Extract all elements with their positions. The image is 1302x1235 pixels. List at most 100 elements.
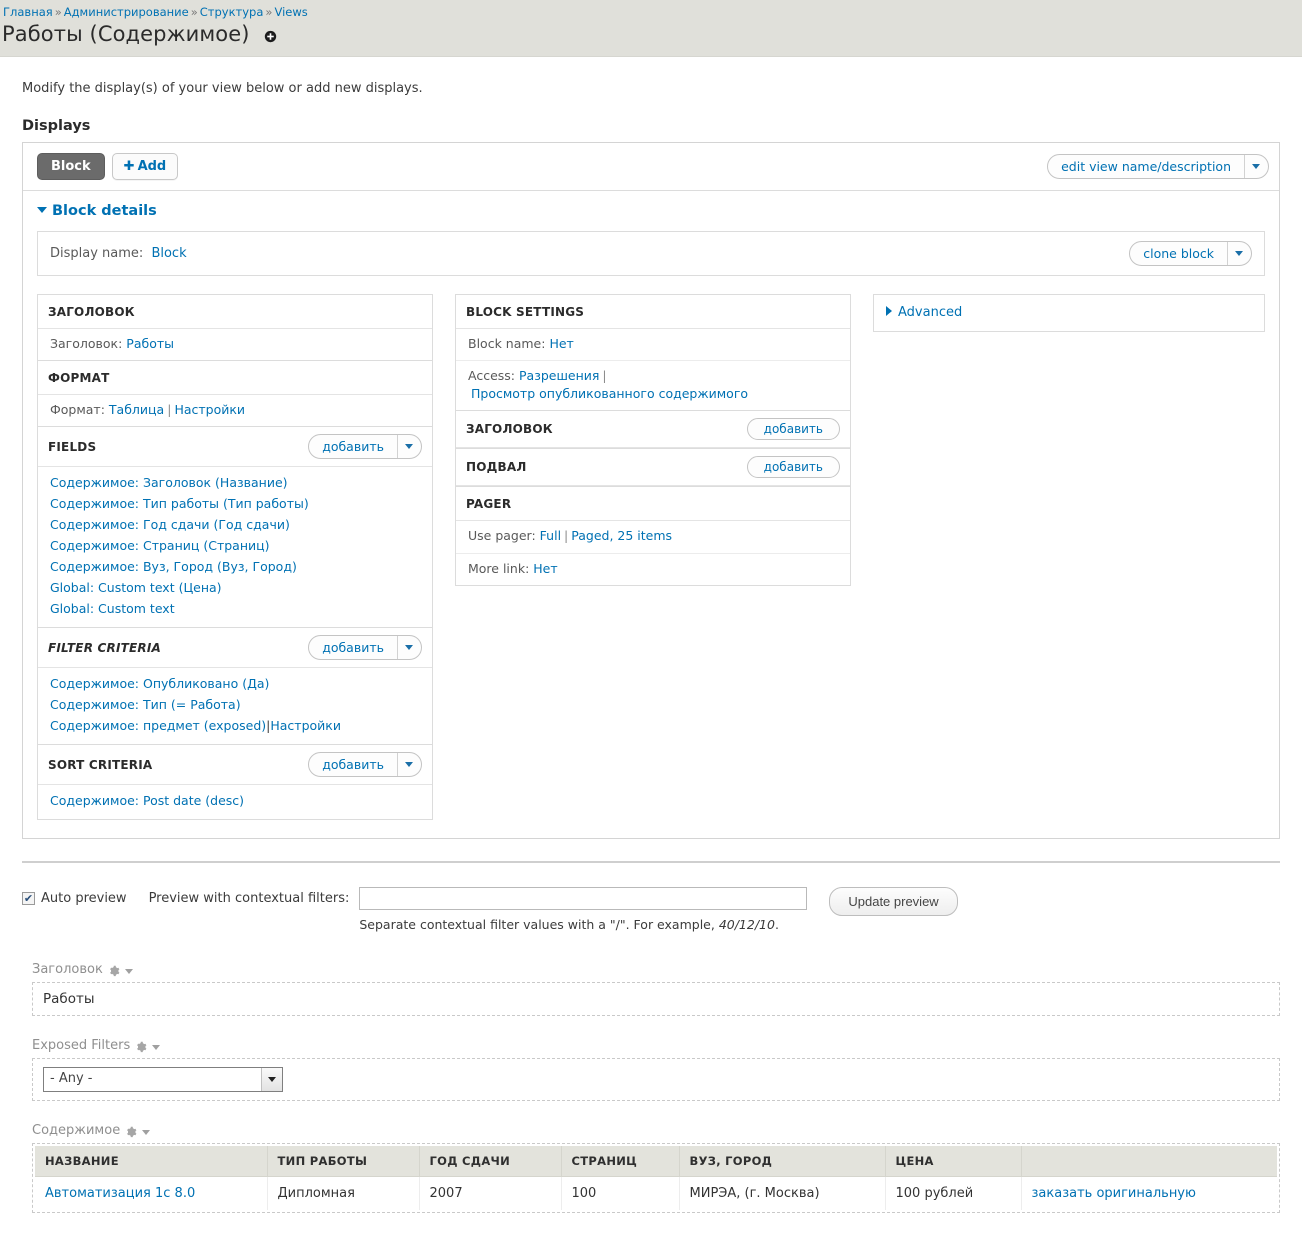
auto-preview-checkbox[interactable]: ✔: [22, 892, 35, 906]
clone-block-button[interactable]: clone block: [1129, 241, 1252, 266]
bucket-block-settings-heading: BLOCK SETTINGS: [466, 304, 585, 319]
gear-icon[interactable]: [108, 965, 120, 977]
access-detail-link[interactable]: Просмотр опубликованного содержимого: [471, 386, 748, 401]
table-header-row: НАЗВАНИЕ ТИП РАБОТЫ ГОД СДАЧИ СТРАНИЦ ВУ…: [35, 1146, 1277, 1178]
block-details-toggle[interactable]: Block details: [37, 203, 1265, 219]
update-preview-button[interactable]: Update preview: [829, 887, 958, 917]
settings-columns: ЗАГОЛОВОК Заголовок: Работы ФОРМАТ Форма…: [37, 294, 1265, 821]
filter-link-1[interactable]: Содержимое: Тип (= Работа): [50, 697, 241, 712]
display-name-value[interactable]: Block: [151, 246, 186, 261]
list-item: Global: Custom text: [50, 598, 422, 619]
access-value[interactable]: Разрешения: [519, 368, 599, 383]
filter-link-2[interactable]: Содержимое: предмет (exposed): [50, 718, 266, 733]
preview-body: Заголовок Работы Exposed Filters - Any -…: [22, 932, 1280, 1214]
work-title-link[interactable]: Автоматизация 1с 8.0: [45, 1186, 195, 1201]
column-left: ЗАГОЛОВОК Заголовок: Работы ФОРМАТ Форма…: [37, 294, 433, 821]
triangle-right-icon: [886, 306, 892, 316]
hint-prefix: Separate contextual filter values with a…: [359, 917, 719, 933]
breadcrumb-item-0[interactable]: Главная: [3, 5, 53, 19]
display-tabs-row: Block ✚ Add edit view name/description: [23, 143, 1279, 191]
sort-link-0[interactable]: Содержимое: Post date (desc): [50, 793, 244, 808]
bucket-title: ЗАГОЛОВОК Заголовок: Работы: [37, 294, 433, 362]
column-header-actions: [1021, 1146, 1277, 1178]
tab-block[interactable]: Block: [37, 153, 105, 180]
field-link-6[interactable]: Global: Custom text: [50, 601, 175, 616]
field-link-3[interactable]: Содержимое: Страниц (Страниц): [50, 538, 270, 553]
bucket-fields: FIELDS добавить Содержимое: Заголовок (Н…: [37, 427, 433, 629]
list-item: Содержимое: предмет (exposed)|Настройки: [50, 715, 422, 736]
breadcrumb-item-3[interactable]: Views: [274, 5, 307, 19]
format-value[interactable]: Таблица: [109, 402, 164, 417]
more-link-value[interactable]: Нет: [533, 561, 557, 576]
chevron-down-icon[interactable]: [1227, 242, 1251, 265]
title-value[interactable]: Работы: [126, 336, 174, 351]
chevron-down-icon[interactable]: [397, 435, 421, 459]
field-link-5[interactable]: Global: Custom text (Цена): [50, 580, 222, 595]
bucket-sort-criteria: SORT CRITERIA добавить Содержимое: Post …: [37, 745, 433, 821]
header-add-button[interactable]: добавить: [746, 418, 840, 441]
bucket-pager-heading: PAGER: [466, 496, 512, 511]
bucket-filter-criteria: FILTER CRITERIA добавить Содержимое: Опу…: [37, 628, 433, 746]
advanced-toggle-label[interactable]: Advanced: [898, 305, 962, 320]
bucket-sort-heading: SORT CRITERIA: [48, 757, 153, 772]
results-table: НАЗВАНИЕ ТИП РАБОТЫ ГОД СДАЧИ СТРАНИЦ ВУ…: [35, 1146, 1277, 1211]
advanced-panel[interactable]: Advanced: [873, 294, 1265, 332]
filter-link-0[interactable]: Содержимое: Опубликовано (Да): [50, 676, 269, 691]
bucket-header-heading: ЗАГОЛОВОК: [466, 422, 553, 437]
add-display-button[interactable]: ✚ Add: [111, 153, 179, 180]
contextual-filters-input[interactable]: [359, 887, 808, 911]
bucket-title-heading: ЗАГОЛОВОК: [48, 304, 135, 319]
cell-type: Дипломная: [267, 1176, 420, 1211]
use-pager-row: Use pager: Full | Paged, 25 items: [456, 521, 850, 554]
breadcrumb-separator-1: »: [190, 5, 198, 19]
filter-add-button[interactable]: добавить: [308, 635, 422, 661]
use-pager-value[interactable]: Full: [540, 528, 561, 543]
chevron-down-icon[interactable]: [261, 1068, 282, 1092]
preview-exposed-filters-section: Exposed Filters - Any -: [32, 1038, 1280, 1102]
breadcrumb-item-1[interactable]: Администрирование: [64, 5, 189, 19]
breadcrumb-separator-0: »: [54, 5, 62, 19]
contextual-filters-label: Preview with contextual filters:: [148, 891, 350, 907]
preview-content-section: Содержимое НАЗВАНИЕ ТИП РАБОТЫ ГОД СДАЧИ…: [32, 1123, 1280, 1214]
field-link-0[interactable]: Содержимое: Заголовок (Название): [50, 475, 288, 490]
gear-icon[interactable]: [135, 1041, 147, 1053]
title-row: Заголовок: Работы: [38, 329, 432, 360]
chevron-down-icon[interactable]: [397, 636, 421, 660]
chevron-down-icon[interactable]: [124, 969, 133, 975]
field-link-4[interactable]: Содержимое: Вуз, Город (Вуз, Город): [50, 559, 297, 574]
auto-preview-wrap[interactable]: ✔ Auto preview: [22, 887, 127, 906]
bucket-fields-heading: FIELDS: [48, 439, 97, 454]
fields-add-button[interactable]: добавить: [308, 434, 422, 460]
filter-settings-link[interactable]: Настройки: [270, 718, 341, 733]
column-header-price: ЦЕНА: [885, 1146, 1022, 1178]
bucket-block-settings: BLOCK SETTINGS Block name: Нет Access: Р…: [455, 294, 851, 412]
sort-add-button[interactable]: добавить: [308, 752, 422, 778]
pager-detail-link[interactable]: Paged, 25 items: [571, 528, 672, 543]
chevron-down-icon[interactable]: [397, 753, 421, 777]
bucket-pager: PAGER Use pager: Full | Paged, 25 items Mo…: [455, 487, 851, 586]
format-settings-link[interactable]: Настройки: [174, 402, 245, 417]
chevron-down-icon[interactable]: [152, 1045, 161, 1051]
cell-university: МИРЭА, (г. Москва): [679, 1176, 886, 1211]
preview-header-section-title-row: Заголовок: [32, 962, 1280, 977]
gear-icon[interactable]: [125, 1126, 137, 1138]
filter-add-label: добавить: [322, 640, 384, 656]
breadcrumb-separator-2: »: [265, 5, 273, 19]
chevron-down-icon[interactable]: [142, 1130, 151, 1136]
field-link-1[interactable]: Содержимое: Тип работы (Тип работы): [50, 496, 309, 511]
block-name-value[interactable]: Нет: [549, 336, 573, 351]
edit-view-name-description-button[interactable]: edit view name/description: [1047, 154, 1269, 179]
column-header-type: ТИП РАБОТЫ: [267, 1146, 420, 1178]
preview-exposed-label: Exposed Filters: [32, 1038, 131, 1054]
settings-circle-icon[interactable]: [264, 30, 277, 43]
sort-add-label: добавить: [322, 757, 384, 773]
cell-price: 100 рублей: [885, 1176, 1022, 1211]
chevron-down-icon[interactable]: [1244, 155, 1268, 178]
breadcrumb-item-2[interactable]: Структура: [200, 5, 264, 19]
list-item: Содержимое: Страниц (Страниц): [50, 535, 422, 556]
exposed-filter-select[interactable]: - Any -: [43, 1067, 283, 1093]
preview-region: ✔ Auto preview Preview with contextual f…: [0, 863, 1302, 1214]
order-original-link[interactable]: заказать оригинальную: [1032, 1186, 1196, 1201]
footer-add-button[interactable]: добавить: [746, 456, 840, 479]
field-link-2[interactable]: Содержимое: Год сдачи (Год сдачи): [50, 517, 290, 532]
